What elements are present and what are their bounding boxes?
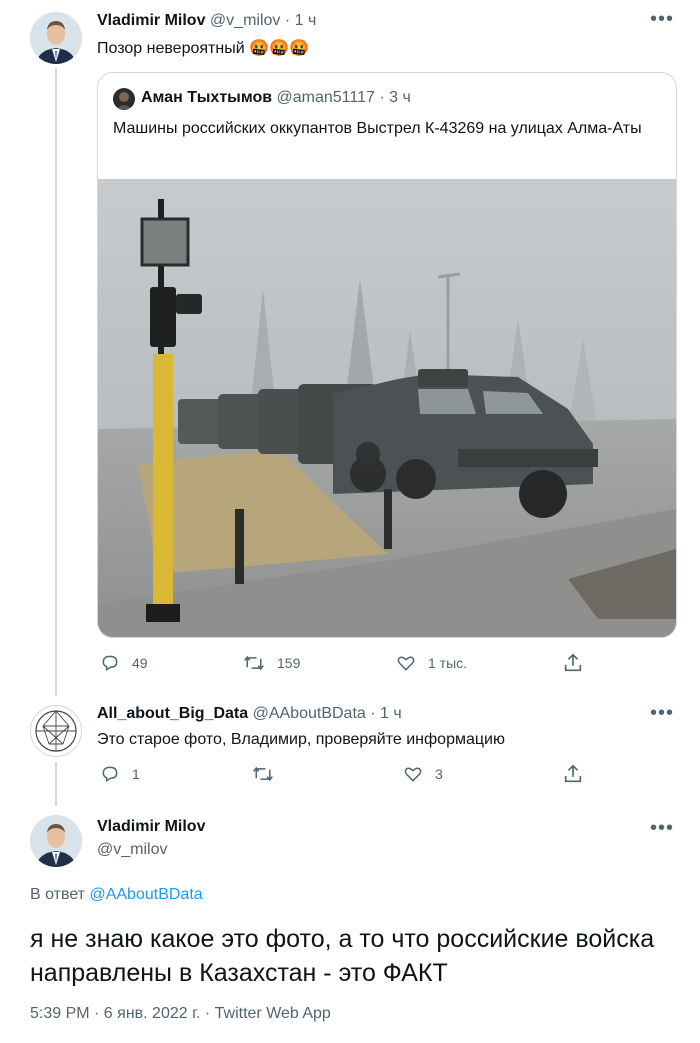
share-action[interactable]: [562, 763, 584, 785]
avatar-photo: [30, 12, 82, 64]
share-action[interactable]: [562, 652, 584, 674]
tweet1-header: Vladimir Milov @v_milov · 1 ч: [97, 12, 316, 30]
reply-count: 49: [132, 655, 148, 671]
reply-action[interactable]: 1: [100, 764, 140, 784]
tweet-time[interactable]: · 1 ч: [370, 705, 401, 722]
reply-count: 1: [132, 766, 140, 782]
like-count: 3: [435, 766, 443, 782]
tweet-time[interactable]: · 1 ч: [285, 12, 316, 29]
like-action[interactable]: 3: [403, 764, 443, 784]
thread-line: [55, 762, 57, 806]
tweet2-header: All_about_Big_Data @AAboutBData · 1 ч: [97, 705, 402, 723]
thread-line: [55, 68, 57, 696]
retweet-action[interactable]: 159: [243, 653, 300, 673]
reply-icon: [102, 655, 118, 671]
avatar[interactable]: [30, 12, 82, 64]
retweet-action[interactable]: [252, 764, 274, 784]
avatar[interactable]: [30, 705, 82, 757]
tweet-meta[interactable]: 5:39 PM · 6 янв. 2022 г. · Twitter Web A…: [30, 1005, 331, 1023]
share-icon: [564, 764, 582, 783]
quoted-tweet-card[interactable]: Аман Тыхтымов @aman51117 · 3 ч Машины ро…: [97, 72, 677, 638]
author-handle[interactable]: @v_milov: [210, 12, 280, 29]
heart-icon: [397, 656, 415, 671]
tweet3-text: я не знаю какое это фото, а то что росси…: [30, 925, 655, 987]
tweet1-text: Позор невероятный 🤬🤬🤬: [97, 37, 309, 61]
more-dots-icon[interactable]: •••: [650, 9, 674, 29]
network-logo-icon: [35, 710, 77, 752]
retweet-icon: [253, 766, 273, 782]
quote-avatar: [113, 88, 135, 110]
like-count: 1 тыс.: [428, 655, 468, 671]
author-name[interactable]: Vladimir Milov: [97, 12, 205, 29]
tweet2-text: Это старое фото, Владимир, проверяйте ин…: [97, 731, 505, 748]
quote-time: · 3 ч: [379, 89, 411, 106]
quote-text: Машины российских оккупантов Выстрел К-4…: [113, 120, 642, 137]
author-name[interactable]: Vladimir Milov: [97, 818, 205, 836]
heart-icon: [404, 767, 422, 782]
quote-header: Аман Тыхтымов @aman51117 · 3 ч: [141, 89, 411, 107]
author-name[interactable]: All_about_Big_Data: [97, 705, 248, 722]
author-handle[interactable]: @AAboutBData: [253, 705, 366, 722]
more-dots-icon[interactable]: •••: [650, 703, 674, 723]
tweet-text: Позор невероятный: [97, 40, 245, 57]
quote-photo[interactable]: [98, 179, 676, 637]
quote-author-name: Аман Тыхтымов: [141, 89, 273, 106]
avatar[interactable]: [30, 815, 82, 867]
avatar-photo: [30, 815, 82, 867]
reply-icon: [102, 766, 118, 782]
reply-action[interactable]: 49: [100, 653, 148, 673]
reply-prefix: В ответ: [30, 886, 86, 903]
reply-to-line: В ответ @AAboutBData: [30, 886, 203, 904]
angry-face-emoji: 🤬🤬🤬: [249, 40, 309, 57]
retweet-count: 159: [277, 655, 301, 671]
share-icon: [564, 653, 582, 672]
more-dots-icon[interactable]: •••: [650, 818, 674, 838]
reply-to-handle[interactable]: @AAboutBData: [89, 886, 202, 903]
quote-author-handle: @aman51117: [276, 89, 375, 106]
like-action[interactable]: 1 тыс.: [396, 653, 467, 673]
author-handle[interactable]: @v_milov: [97, 841, 167, 859]
retweet-icon: [244, 655, 264, 671]
